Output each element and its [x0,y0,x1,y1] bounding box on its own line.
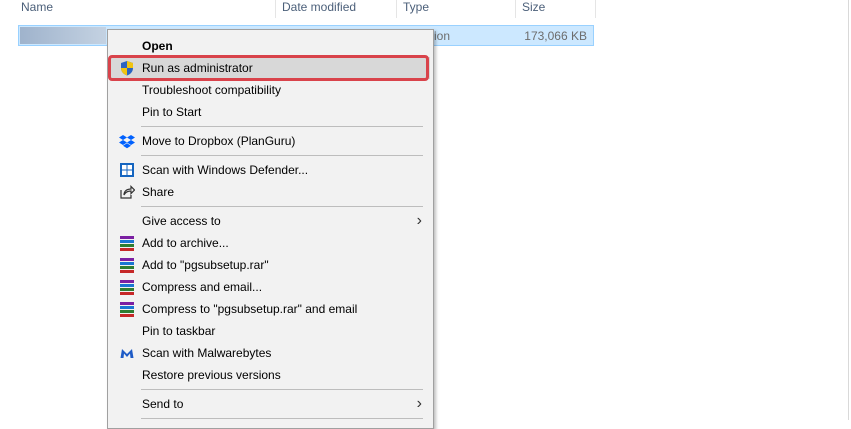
menu-item-open[interactable]: Open [111,35,430,57]
annotation-highlight-box [108,55,429,81]
winrar-icon [119,235,135,251]
column-divider[interactable] [515,0,516,18]
winrar-icon [119,257,135,273]
winrar-icon [119,301,135,317]
dropbox-icon [119,133,135,149]
menu-item-malwarebytes[interactable]: Scan with Malwarebytes [111,342,430,364]
menu-item-send-to[interactable]: Send to › [111,393,430,415]
menu-item-pin-to-taskbar[interactable]: Pin to taskbar [111,320,430,342]
menu-item-label: Compress and email... [142,280,263,294]
menu-item-compress-email[interactable]: Compress and email... [111,276,430,298]
menu-item-label: Pin to taskbar [142,324,216,338]
menu-item-label: Compress to "pgsubsetup.rar" and email [142,302,358,316]
menu-item-label: Move to Dropbox (PlanGuru) [142,134,296,148]
column-header-type[interactable]: Type [403,0,429,18]
file-size: 173,066 KB [524,29,587,43]
column-divider[interactable] [396,0,397,18]
menu-separator [141,126,423,127]
menu-item-label: Pin to Start [142,105,202,119]
share-icon [119,184,136,200]
menu-item-label: Share [142,185,175,199]
context-menu: Open Run as administrator Troubleshoot c… [107,29,434,429]
menu-item-pin-to-start[interactable]: Pin to Start [111,101,430,123]
menu-item-label: Scan with Windows Defender... [142,163,309,177]
menu-item-dropbox[interactable]: Move to Dropbox (PlanGuru) [111,130,430,152]
menu-item-label: Send to [142,397,184,411]
window-border [848,0,849,420]
menu-item-label: Troubleshoot compatibility [142,83,281,97]
column-header-date-modified[interactable]: Date modified [282,0,356,18]
column-header-size[interactable]: Size [522,0,545,18]
windows-defender-icon [119,162,135,178]
chevron-right-icon: › [416,212,422,229]
menu-separator [141,389,423,390]
menu-item-give-access[interactable]: Give access to › [111,210,430,232]
menu-item-label: Add to "pgsubsetup.rar" [142,258,269,272]
column-divider[interactable] [275,0,276,18]
menu-item-windows-defender[interactable]: Scan with Windows Defender... [111,159,430,181]
menu-item-label: Open [142,39,173,53]
menu-item-restore-previous-versions[interactable]: Restore previous versions [111,364,430,386]
malwarebytes-icon [119,345,135,361]
column-header-name[interactable]: Name [21,0,53,18]
menu-item-label: Give access to [142,214,221,228]
menu-separator [141,155,423,156]
column-divider[interactable] [595,0,596,18]
menu-separator [141,418,423,419]
blurred-file-name [20,27,106,44]
menu-item-label: Restore previous versions [142,368,281,382]
menu-item-add-to-rar[interactable]: Add to "pgsubsetup.rar" [111,254,430,276]
chevron-right-icon: › [416,395,422,412]
winrar-icon [119,279,135,295]
menu-item-label: Add to archive... [142,236,229,250]
menu-item-share[interactable]: Share [111,181,430,203]
menu-item-troubleshoot[interactable]: Troubleshoot compatibility [111,79,430,101]
menu-item-compress-rar-email[interactable]: Compress to "pgsubsetup.rar" and email [111,298,430,320]
menu-item-label: Scan with Malwarebytes [142,346,272,360]
menu-item-add-to-archive[interactable]: Add to archive... [111,232,430,254]
menu-separator [141,206,423,207]
